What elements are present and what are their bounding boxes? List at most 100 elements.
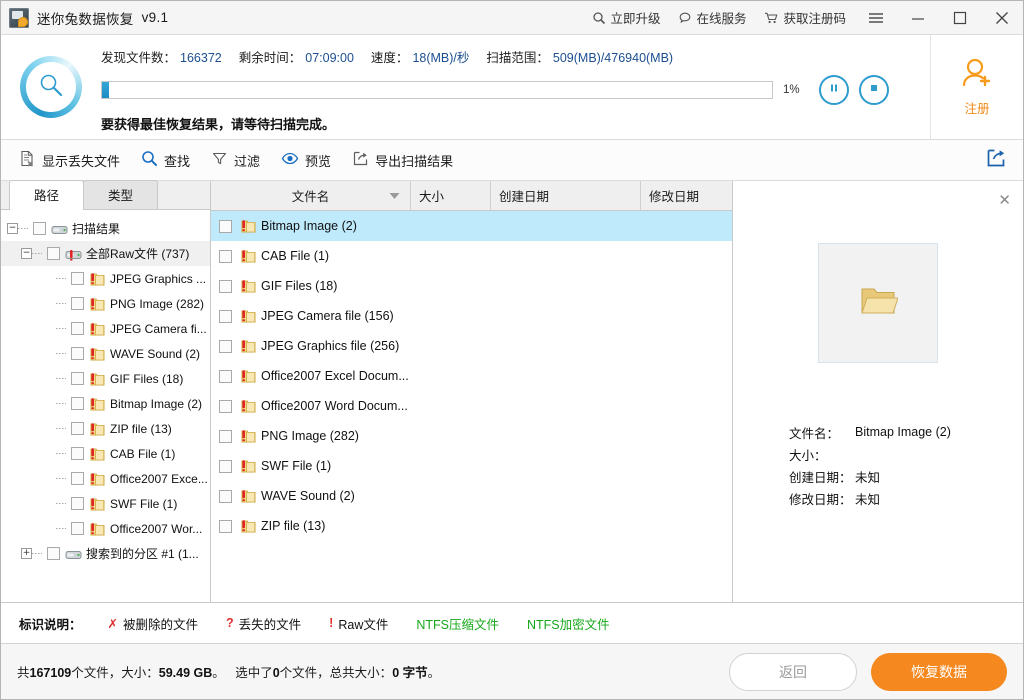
maximize-button[interactable] bbox=[939, 2, 981, 34]
row-checkbox[interactable] bbox=[219, 309, 232, 323]
preview-field: 修改日期： 未知 bbox=[789, 487, 1023, 509]
status-selected-mid: 个文件，总共大小： bbox=[279, 666, 393, 680]
tree-node-checkbox[interactable] bbox=[71, 522, 84, 535]
minimize-button[interactable] bbox=[897, 2, 939, 34]
pause-button[interactable] bbox=[819, 75, 849, 105]
back-button[interactable]: 返回 bbox=[729, 652, 857, 691]
column-header-filename[interactable]: 文件名 bbox=[211, 181, 411, 210]
tree-node-checkbox[interactable] bbox=[71, 497, 84, 510]
stat-remaining-time-value: 07:09:00 bbox=[305, 51, 354, 65]
tree-node[interactable]: JPEG Graphics ... bbox=[1, 266, 210, 291]
tree-guide-line bbox=[56, 503, 66, 504]
row-checkbox[interactable] bbox=[219, 219, 232, 233]
stop-button[interactable] bbox=[859, 75, 889, 105]
row-checkbox[interactable] bbox=[219, 399, 232, 413]
app-version: v9.1 bbox=[141, 10, 169, 25]
tree-node-checkbox[interactable] bbox=[71, 347, 84, 360]
tab-path-label: 路径 bbox=[34, 189, 60, 203]
cart-icon bbox=[764, 11, 779, 25]
tree-node-checkbox[interactable] bbox=[71, 322, 84, 335]
online-service-label: 在线服务 bbox=[696, 12, 747, 26]
tree-node-checkbox[interactable] bbox=[71, 297, 84, 310]
tree-expander-minus-icon[interactable]: − bbox=[7, 223, 18, 234]
tree-guide-line bbox=[32, 553, 42, 554]
tree-node-checkbox[interactable] bbox=[71, 272, 84, 285]
share-button[interactable] bbox=[979, 147, 1013, 174]
tree-node[interactable]: JPEG Camera fi... bbox=[1, 316, 210, 341]
column-header-size[interactable]: 大小 bbox=[411, 181, 491, 210]
folder-raw-icon bbox=[240, 519, 256, 533]
tree-node[interactable]: Office2007 Wor... bbox=[1, 516, 210, 541]
tree-node[interactable]: CAB File (1) bbox=[1, 441, 210, 466]
table-row[interactable]: Bitmap Image (2) bbox=[211, 211, 732, 241]
tree-guide-line bbox=[56, 453, 66, 454]
magnifier-icon bbox=[592, 11, 606, 25]
tree-node[interactable]: Office2007 Exce... bbox=[1, 466, 210, 491]
tree-node[interactable]: + 搜索到的分区 #1 (1... bbox=[1, 541, 210, 566]
tab-type[interactable]: 类型 bbox=[83, 180, 159, 209]
column-header-created[interactable]: 创建日期 bbox=[491, 181, 641, 210]
filter-button[interactable]: 过滤 bbox=[207, 150, 277, 170]
table-row[interactable]: JPEG Graphics file (256) bbox=[211, 331, 732, 361]
tree-node[interactable]: Bitmap Image (2) bbox=[1, 391, 210, 416]
table-row[interactable]: SWF File (1) bbox=[211, 451, 732, 481]
tab-path[interactable]: 路径 bbox=[9, 180, 85, 210]
search-button[interactable]: 查找 bbox=[137, 150, 207, 170]
close-button[interactable] bbox=[981, 2, 1023, 34]
menu-button[interactable] bbox=[855, 2, 897, 34]
status-selected-suffix: 。 bbox=[427, 666, 441, 680]
row-checkbox[interactable] bbox=[219, 369, 232, 383]
row-checkbox[interactable] bbox=[219, 459, 232, 473]
tree-node-checkbox[interactable] bbox=[71, 372, 84, 385]
column-header-modified[interactable]: 修改日期 bbox=[641, 181, 732, 210]
tree-node[interactable]: − 扫描结果 bbox=[1, 216, 210, 241]
row-checkbox[interactable] bbox=[219, 249, 232, 263]
table-row[interactable]: Office2007 Excel Docum... bbox=[211, 361, 732, 391]
tree-node-checkbox[interactable] bbox=[33, 222, 46, 235]
table-row[interactable]: GIF Files (18) bbox=[211, 271, 732, 301]
tree-node[interactable]: WAVE Sound (2) bbox=[1, 341, 210, 366]
tree-expander-plus-icon[interactable]: + bbox=[21, 548, 32, 559]
folder-raw-icon bbox=[240, 309, 256, 323]
get-license-link[interactable]: 获取注册码 bbox=[755, 1, 855, 34]
show-lost-files-button[interactable]: 显示丢失文件 bbox=[15, 150, 137, 170]
tree-node-checkbox[interactable] bbox=[71, 447, 84, 460]
status-selected-files: 0 bbox=[272, 666, 280, 680]
row-checkbox[interactable] bbox=[219, 339, 232, 353]
table-row[interactable]: PNG Image (282) bbox=[211, 421, 732, 451]
row-checkbox[interactable] bbox=[219, 279, 232, 293]
export-scan-result-button[interactable]: 导出扫描结果 bbox=[348, 150, 470, 170]
tree-node-checkbox[interactable] bbox=[71, 472, 84, 485]
upgrade-link[interactable]: 立即升级 bbox=[583, 1, 669, 34]
tree-node[interactable]: GIF Files (18) bbox=[1, 366, 210, 391]
table-row[interactable]: Office2007 Word Docum... bbox=[211, 391, 732, 421]
tree-node-checkbox[interactable] bbox=[71, 422, 84, 435]
tree-expander-minus-icon[interactable]: − bbox=[21, 248, 32, 259]
online-service-link[interactable]: 在线服务 bbox=[669, 1, 755, 34]
tree-node[interactable]: SWF File (1) bbox=[1, 491, 210, 516]
row-checkbox[interactable] bbox=[219, 519, 232, 533]
register-button[interactable]: 注册 bbox=[930, 35, 1023, 139]
table-row[interactable]: WAVE Sound (2) bbox=[211, 481, 732, 511]
row-filename: ZIP file (13) bbox=[261, 519, 326, 533]
recover-data-button[interactable]: 恢复数据 bbox=[871, 652, 1007, 691]
tree-node-label: 全部Raw文件 (737) bbox=[86, 247, 190, 261]
preview-close-button[interactable]: ✕ bbox=[998, 191, 1011, 209]
tree-node-checkbox[interactable] bbox=[71, 397, 84, 410]
preview-button[interactable]: 预览 bbox=[277, 150, 348, 170]
tree-node[interactable]: PNG Image (282) bbox=[1, 291, 210, 316]
folder-raw-icon bbox=[240, 489, 256, 503]
tree-node[interactable]: ZIP file (13) bbox=[1, 416, 210, 441]
table-row[interactable]: ZIP file (13) bbox=[211, 511, 732, 541]
column-header-size-label: 大小 bbox=[419, 190, 445, 204]
row-checkbox[interactable] bbox=[219, 429, 232, 443]
tree-node-checkbox[interactable] bbox=[47, 247, 60, 260]
stat-remaining-time: 剩余时间： 07:09:00 bbox=[239, 47, 354, 66]
row-checkbox[interactable] bbox=[219, 489, 232, 503]
tree-node-checkbox[interactable] bbox=[47, 547, 60, 560]
tree-node[interactable]: − 全部Raw文件 (737) bbox=[1, 241, 210, 266]
row-filename: JPEG Camera file (156) bbox=[261, 309, 394, 323]
table-row[interactable]: CAB File (1) bbox=[211, 241, 732, 271]
stat-remaining-time-label: 剩余时间： bbox=[238, 51, 302, 65]
table-row[interactable]: JPEG Camera file (156) bbox=[211, 301, 732, 331]
